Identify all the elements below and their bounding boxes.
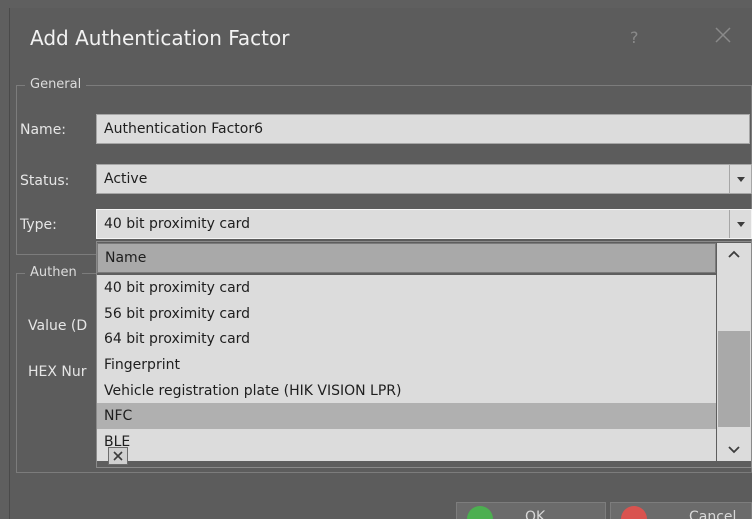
dropdown-column-header[interactable]: Name bbox=[97, 243, 716, 273]
list-item[interactable]: 64 bit proximity card bbox=[97, 326, 716, 352]
list-item-selected[interactable]: NFC bbox=[97, 403, 716, 430]
scroll-down-button[interactable] bbox=[717, 439, 751, 461]
status-label: Status: bbox=[20, 173, 70, 189]
scrollbar-thumb[interactable] bbox=[718, 331, 750, 427]
status-value: Active bbox=[104, 171, 148, 187]
close-icon bbox=[715, 27, 731, 43]
chevron-up-icon bbox=[728, 250, 740, 258]
dropdown-items: 40 bit proximity card 56 bit proximity c… bbox=[97, 275, 716, 461]
list-item[interactable]: Fingerprint bbox=[97, 352, 716, 378]
close-icon bbox=[113, 451, 123, 461]
name-input[interactable]: Authentication Factor6 bbox=[96, 114, 750, 144]
help-button[interactable]: ? bbox=[630, 28, 639, 47]
ok-button[interactable]: OK bbox=[456, 502, 606, 519]
general-legend: General bbox=[25, 77, 87, 93]
type-select[interactable]: 40 bit proximity card bbox=[96, 209, 752, 239]
dialog-titlebar: Add Authentication Factor ? bbox=[10, 8, 752, 70]
name-label: Name: bbox=[20, 122, 67, 138]
type-value: 40 bit proximity card bbox=[104, 216, 251, 232]
list-item[interactable]: BLE bbox=[97, 429, 716, 455]
type-dropdown-list: Name 40 bit proximity card 56 bit proxim… bbox=[96, 241, 752, 468]
clear-selection-button[interactable] bbox=[108, 447, 128, 465]
list-item[interactable]: Vehicle registration plate (HIK VISION L… bbox=[97, 378, 716, 404]
dialog-title: Add Authentication Factor bbox=[30, 26, 290, 50]
cancel-button[interactable]: Cancel bbox=[610, 502, 752, 519]
chevron-down-icon[interactable] bbox=[729, 210, 751, 238]
checkmark-icon bbox=[467, 506, 493, 519]
dropdown-scrollbar[interactable] bbox=[717, 243, 751, 461]
cancel-label: Cancel bbox=[689, 509, 737, 519]
list-item[interactable]: 56 bit proximity card bbox=[97, 301, 716, 327]
status-select[interactable]: Active bbox=[96, 164, 752, 194]
type-label: Type: bbox=[20, 217, 57, 233]
chevron-down-icon[interactable] bbox=[729, 165, 751, 193]
chevron-down-icon bbox=[728, 446, 740, 454]
hex-number-label: HEX Nur bbox=[28, 364, 87, 380]
value-label: Value (D bbox=[28, 318, 88, 334]
list-item[interactable]: 40 bit proximity card bbox=[97, 275, 716, 301]
add-authentication-factor-dialog: Add Authentication Factor ? General Name… bbox=[9, 8, 752, 519]
authentication-legend: Authen bbox=[25, 265, 82, 281]
scroll-up-button[interactable] bbox=[717, 243, 751, 265]
cancel-icon bbox=[621, 506, 647, 519]
close-button[interactable] bbox=[710, 22, 736, 48]
ok-label: OK bbox=[525, 509, 546, 519]
